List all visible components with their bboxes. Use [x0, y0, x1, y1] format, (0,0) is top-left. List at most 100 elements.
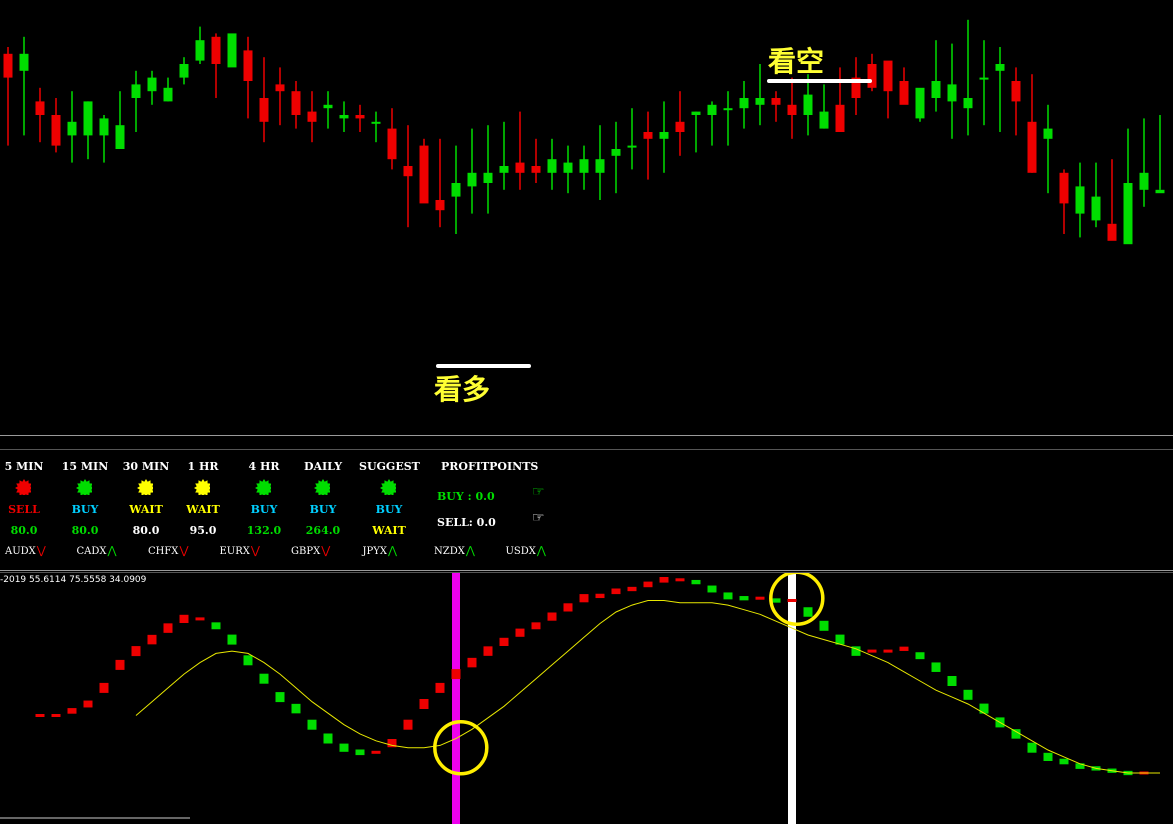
candle-body: [899, 81, 909, 105]
candle-body: [883, 60, 893, 92]
candle-body: [787, 104, 797, 115]
oscillator-bar: [275, 692, 285, 703]
candle-body: [531, 166, 541, 173]
profitpoints-buy: BUY : 0.0: [437, 490, 495, 503]
oscillator-bar: [467, 657, 477, 668]
price-chart: [3, 19, 1165, 368]
candle-body: [547, 159, 557, 173]
oscillator-bar: [307, 719, 317, 730]
oscillator-bar: [563, 603, 573, 612]
candle-body: [323, 104, 333, 109]
timeframe-value: 132.0: [246, 524, 282, 537]
currency-cadx: CADX⋀: [77, 544, 117, 557]
signal-led-icon: [137, 479, 153, 495]
signal-dashboard: 5 MIN SELL 80.0 15 MIN BUY 80.0 30 MIN WAIT 80.0…: [0, 449, 1173, 570]
candle-body: [147, 77, 157, 92]
oscillator-bar: [435, 682, 445, 693]
arrow-down-icon: ⋁: [321, 544, 331, 557]
oscillator-bar: [243, 655, 253, 666]
currency-name: NZDX: [434, 546, 465, 557]
arrow-down-icon: ⋁: [36, 544, 46, 557]
oscillator-bar: [131, 646, 141, 657]
timeframe-signal: BUY: [309, 503, 337, 516]
candle-body: [1107, 223, 1117, 241]
candle-body: [675, 121, 685, 132]
currency-name: EURX: [219, 546, 250, 557]
timeframe-label: 15 MIN: [61, 460, 109, 473]
candle-body: [307, 111, 317, 122]
oscillator-bar: [643, 581, 653, 588]
oscillator-bar: [579, 594, 589, 603]
candle-body: [1155, 189, 1165, 194]
timeframe-label: 30 MIN: [122, 460, 170, 473]
candle-body: [739, 98, 749, 109]
candle-body: [755, 98, 765, 105]
signal-led-shape: [255, 479, 271, 495]
oscillator-bar: [227, 634, 237, 645]
currency-name: CHFX: [148, 546, 179, 557]
candle-body: [835, 104, 845, 132]
currency-name: USDX: [505, 546, 536, 557]
oscillator-bar: [1027, 742, 1037, 753]
oscillator-bar: [915, 652, 925, 660]
candle-body: [499, 166, 509, 173]
candle-body: [563, 162, 573, 173]
currency-gbpx: GBPX⋁: [291, 544, 330, 557]
oscillator-bar: [787, 599, 797, 602]
timeframe-label: DAILY: [303, 460, 343, 473]
hand-pointer-icon: ☞: [532, 484, 545, 500]
timeframe-signal: WAIT: [186, 503, 220, 516]
currency-eurx: EURX⋁: [220, 544, 260, 557]
oscillator-bar: [675, 578, 685, 582]
currency-name: CADX: [76, 546, 107, 557]
oscillator-bar: [499, 637, 509, 646]
annotation-bearish: 看空: [768, 45, 825, 78]
oscillator-bar: [115, 659, 125, 670]
oscillator-bar: [899, 646, 909, 651]
oscillator-bar: [739, 596, 749, 601]
signal-led-shape: [15, 479, 31, 495]
oscillator-bar: [99, 682, 109, 693]
candle-body: [19, 53, 29, 71]
timeframe-value: 80.0: [71, 524, 99, 537]
timeframe-signal: BUY: [71, 503, 99, 516]
signal-led-shape: [76, 479, 92, 495]
oscillator-bar: [707, 585, 717, 593]
currency-audx: AUDX⋁: [5, 544, 46, 557]
oscillator-bar: [595, 593, 605, 599]
candle-body: [83, 101, 93, 136]
oscillator-bar: [947, 676, 957, 686]
signal-led-icon: [15, 479, 31, 495]
candle-body: [963, 98, 973, 109]
oscillator-bar: [403, 719, 413, 730]
timeframe-value: 264.0: [305, 524, 341, 537]
candle-body: [595, 159, 605, 173]
candle-body: [771, 98, 781, 105]
candle-body: [115, 125, 125, 149]
oscillator-bar: [195, 617, 205, 621]
candle-body: [419, 145, 429, 204]
oscillator-bar: [339, 743, 349, 752]
oscillator-bar: [179, 614, 189, 623]
candle-body: [451, 183, 461, 197]
oscillator-bar: [147, 634, 157, 645]
signal-marker-line: [452, 573, 460, 824]
oscillator-bar: [803, 607, 813, 617]
timeframe-label: SUGGEST: [359, 460, 420, 473]
candle-body: [1075, 186, 1085, 214]
signal-led-icon: [255, 479, 271, 495]
candle-body: [211, 36, 221, 64]
oscillator-bar: [723, 592, 733, 600]
arrow-down-icon: ⋁: [250, 544, 260, 557]
timeframe-value: 80.0: [10, 524, 38, 537]
oscillator-bar: [883, 649, 893, 653]
signal-marker-line: [788, 573, 796, 824]
arrow-up-icon: ⋀: [536, 544, 546, 557]
oscillator-bar: [515, 628, 525, 637]
oscillator-bar: [611, 588, 621, 595]
candle-body: [627, 145, 637, 148]
candle-body: [659, 132, 669, 139]
candle-body: [915, 87, 925, 119]
candle-body: [227, 33, 237, 68]
timeframe-label: 5 MIN: [4, 460, 44, 473]
